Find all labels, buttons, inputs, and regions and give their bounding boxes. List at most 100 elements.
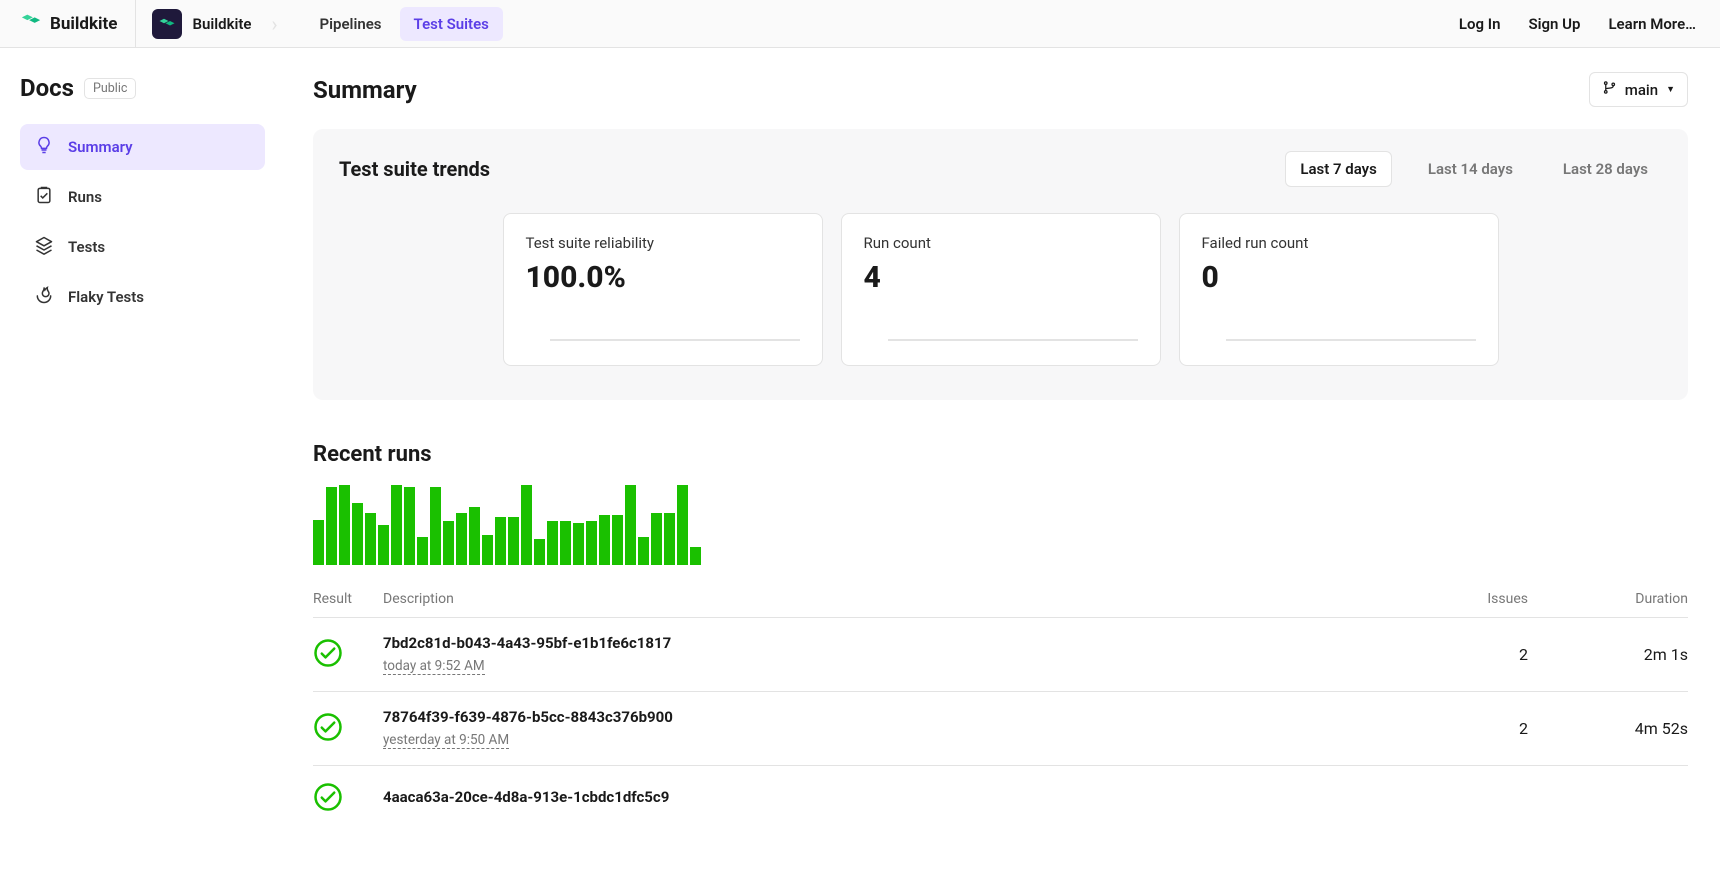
clipboard-check-icon [34, 185, 54, 209]
chart-bar [339, 485, 350, 565]
run-duration: 2m 1s [1528, 645, 1688, 664]
recent-runs: Recent runs Result Description Issues Du… [313, 442, 1688, 832]
chart-bar [313, 520, 324, 565]
org-name: Buildkite [192, 15, 251, 33]
chart-bar [430, 487, 441, 565]
chart-bar [456, 513, 467, 565]
chart-bar [495, 517, 506, 565]
col-issues: Issues [1388, 591, 1528, 607]
run-time: yesterday at 9:50 AM [383, 732, 509, 749]
nav-test-suites[interactable]: Test Suites [400, 7, 503, 41]
card-label: Run count [864, 234, 1138, 252]
sidebar-label: Runs [68, 188, 102, 206]
chart-bar [547, 521, 558, 565]
chart-bar [417, 537, 428, 565]
card-value: 100.0% [526, 260, 800, 295]
range-tabs: Last 7 days Last 14 days Last 28 days [1285, 151, 1662, 187]
signup-link[interactable]: Sign Up [1528, 15, 1580, 33]
chart-bar [638, 537, 649, 565]
chart-bar [404, 487, 415, 565]
org-crumb[interactable]: Buildkite [136, 0, 273, 47]
col-duration: Duration [1528, 591, 1688, 607]
brand-name: Buildkite [50, 14, 117, 34]
table-row[interactable]: 7bd2c81d-b043-4a43-95bf-e1b1fe6c1817 tod… [313, 618, 1688, 692]
chart-bar [599, 515, 610, 565]
sidebar-item-runs[interactable]: Runs [20, 174, 265, 220]
chart-bar [469, 507, 480, 565]
chart-bar [690, 547, 701, 565]
chart-bar [612, 515, 623, 565]
chart-bar [378, 525, 389, 565]
trends-title: Test suite trends [339, 157, 490, 181]
branch-name: main [1625, 81, 1658, 99]
suite-title: Docs [20, 74, 74, 102]
run-time: today at 9:52 AM [383, 658, 485, 675]
col-desc: Description [383, 591, 1388, 607]
sidebar-label: Flaky Tests [68, 288, 144, 306]
table-row[interactable]: 4aaca63a-20ce-4d8a-913e-1cbdc1dfc5c9 [313, 766, 1688, 832]
chart-bar [365, 513, 376, 565]
card-failed: Failed run count 0 [1179, 213, 1499, 366]
chart-bar [326, 487, 337, 565]
card-value: 4 [864, 260, 1138, 295]
recent-runs-title: Recent runs [313, 442, 1688, 467]
chart-bar [664, 513, 675, 565]
chart-bar [586, 521, 597, 565]
run-duration: 4m 52s [1528, 719, 1688, 738]
sidebar-item-summary[interactable]: Summary [20, 124, 265, 170]
chart-bar [573, 523, 584, 565]
branch-selector[interactable]: main ▼ [1589, 72, 1688, 107]
flame-icon [34, 285, 54, 309]
card-value: 0 [1202, 260, 1476, 295]
chart-bar [651, 513, 662, 565]
buildkite-logo-icon [20, 10, 42, 37]
chart-bar [482, 535, 493, 565]
brand-logo[interactable]: Buildkite [0, 0, 136, 47]
chart-bar [534, 539, 545, 565]
top-nav: Pipelines Test Suites [284, 0, 503, 47]
visibility-badge: Public [84, 78, 136, 99]
col-result: Result [313, 591, 383, 607]
sparkline-placeholder [888, 339, 1138, 341]
run-id: 78764f39-f639-4876-b5cc-8843c376b900 [383, 708, 1388, 726]
runs-table-header: Result Description Issues Duration [313, 591, 1688, 618]
sparkline-placeholder [550, 339, 800, 341]
chart-bar [352, 503, 363, 565]
login-link[interactable]: Log In [1459, 15, 1501, 33]
run-issues: 2 [1388, 719, 1528, 738]
range-28d[interactable]: Last 28 days [1549, 152, 1662, 186]
sidebar-label: Tests [68, 238, 105, 256]
recent-runs-chart [313, 485, 1688, 565]
result-pass-icon [313, 782, 383, 816]
chart-bar [508, 517, 519, 565]
chart-bar [391, 485, 402, 565]
lightbulb-icon [34, 135, 54, 159]
table-row[interactable]: 78764f39-f639-4876-b5cc-8843c376b900 yes… [313, 692, 1688, 766]
chart-bar [677, 485, 688, 565]
chart-bar [443, 521, 454, 565]
top-right-nav: Log In Sign Up Learn More… [1459, 0, 1720, 47]
run-id: 7bd2c81d-b043-4a43-95bf-e1b1fe6c1817 [383, 634, 1388, 652]
chart-bar [625, 485, 636, 565]
git-branch-icon [1602, 80, 1617, 99]
page-title: Summary [313, 76, 417, 104]
result-pass-icon [313, 638, 383, 672]
card-reliability: Test suite reliability 100.0% [503, 213, 823, 366]
sidebar-item-flaky[interactable]: Flaky Tests [20, 274, 265, 320]
sidebar: Docs Public Summary Runs Tests [0, 48, 285, 320]
trends-panel: Test suite trends Last 7 days Last 14 da… [313, 129, 1688, 400]
card-runcount: Run count 4 [841, 213, 1161, 366]
topbar: Buildkite Buildkite › Pipelines Test Sui… [0, 0, 1720, 48]
chart-bar [560, 521, 571, 565]
result-pass-icon [313, 712, 383, 746]
range-7d[interactable]: Last 7 days [1285, 151, 1392, 187]
main: Summary main ▼ Test suite trends Last 7 … [285, 48, 1720, 872]
nav-pipelines[interactable]: Pipelines [306, 7, 396, 41]
card-label: Test suite reliability [526, 234, 800, 252]
range-14d[interactable]: Last 14 days [1414, 152, 1527, 186]
card-label: Failed run count [1202, 234, 1476, 252]
sparkline-placeholder [1226, 339, 1476, 341]
learn-more-link[interactable]: Learn More… [1608, 15, 1696, 33]
org-tile-icon [152, 9, 182, 39]
sidebar-item-tests[interactable]: Tests [20, 224, 265, 270]
